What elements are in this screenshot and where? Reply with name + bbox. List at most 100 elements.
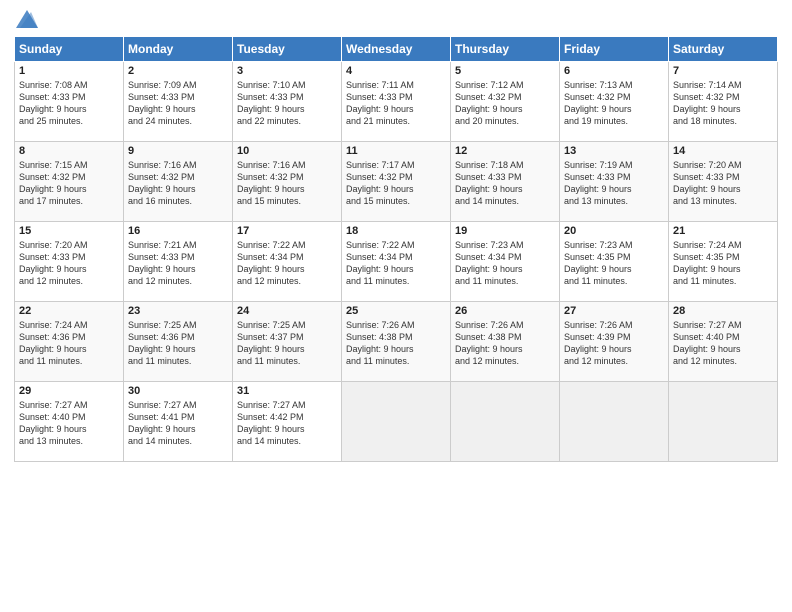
cell-content: Sunrise: 7:20 AMSunset: 4:33 PMDaylight:… (19, 239, 119, 288)
cell-content: Sunrise: 7:27 AMSunset: 4:40 PMDaylight:… (19, 399, 119, 448)
week-row-3: 15 Sunrise: 7:20 AMSunset: 4:33 PMDayligh… (15, 222, 778, 302)
cell-content: Sunrise: 7:22 AMSunset: 4:34 PMDaylight:… (346, 239, 446, 288)
cell-content: Sunrise: 7:08 AMSunset: 4:33 PMDaylight:… (19, 79, 119, 128)
day-number: 9 (128, 145, 228, 157)
calendar-cell (560, 382, 669, 462)
day-number: 1 (19, 65, 119, 77)
page-container: SundayMondayTuesdayWednesdayThursdayFrid… (0, 0, 792, 470)
day-number: 20 (564, 225, 664, 237)
calendar-cell: 4 Sunrise: 7:11 AMSunset: 4:33 PMDaylight… (342, 62, 451, 142)
col-header-saturday: Saturday (669, 37, 778, 62)
cell-content: Sunrise: 7:19 AMSunset: 4:33 PMDaylight:… (564, 159, 664, 208)
calendar-cell (451, 382, 560, 462)
cell-content: Sunrise: 7:13 AMSunset: 4:32 PMDaylight:… (564, 79, 664, 128)
col-header-sunday: Sunday (15, 37, 124, 62)
day-number: 18 (346, 225, 446, 237)
cell-content: Sunrise: 7:12 AMSunset: 4:32 PMDaylight:… (455, 79, 555, 128)
cell-content: Sunrise: 7:17 AMSunset: 4:32 PMDaylight:… (346, 159, 446, 208)
day-number: 23 (128, 305, 228, 317)
day-number: 30 (128, 385, 228, 397)
calendar-cell (669, 382, 778, 462)
calendar-cell: 3Sunrise: 7:10 AMSunset: 4:33 PMDaylight… (233, 62, 342, 142)
col-header-wednesday: Wednesday (342, 37, 451, 62)
calendar-cell: 8 Sunrise: 7:15 AMSunset: 4:32 PMDaylight… (15, 142, 124, 222)
day-number: 10 (237, 145, 337, 157)
day-number: 2 (128, 65, 228, 77)
day-number: 13 (564, 145, 664, 157)
cell-content: Sunrise: 7:20 AMSunset: 4:33 PMDaylight:… (673, 159, 773, 208)
day-number: 15 (19, 225, 119, 237)
cell-content: Sunrise: 7:26 AMSunset: 4:39 PMDaylight:… (564, 319, 664, 368)
calendar-cell: 20 Sunrise: 7:23 AMSunset: 4:35 PMDayligh… (560, 222, 669, 302)
calendar-cell: 10 Sunrise: 7:16 AMSunset: 4:32 PMDayligh… (233, 142, 342, 222)
logo (14, 10, 38, 28)
calendar-cell: 5 Sunrise: 7:12 AMSunset: 4:32 PMDaylight… (451, 62, 560, 142)
calendar-cell: 31 Sunrise: 7:27 AMSunset: 4:42 PMDayligh… (233, 382, 342, 462)
calendar-cell: 30Sunrise: 7:27 AMSunset: 4:41 PMDayligh… (124, 382, 233, 462)
day-number: 31 (237, 385, 337, 397)
cell-content: Sunrise: 7:15 AMSunset: 4:32 PMDaylight:… (19, 159, 119, 208)
day-number: 3 (237, 65, 337, 77)
calendar-cell: 16Sunrise: 7:21 AMSunset: 4:33 PMDayligh… (124, 222, 233, 302)
calendar-cell: 21Sunrise: 7:24 AMSunset: 4:35 PMDayligh… (669, 222, 778, 302)
cell-content: Sunrise: 7:21 AMSunset: 4:33 PMDaylight:… (128, 239, 228, 288)
cell-content: Sunrise: 7:24 AMSunset: 4:35 PMDaylight:… (673, 239, 773, 288)
calendar-cell: 22Sunrise: 7:24 AMSunset: 4:36 PMDayligh… (15, 302, 124, 382)
cell-content: Sunrise: 7:16 AMSunset: 4:32 PMDaylight:… (237, 159, 337, 208)
calendar-cell: 29 Sunrise: 7:27 AMSunset: 4:40 PMDayligh… (15, 382, 124, 462)
calendar-body: 1 Sunrise: 7:08 AMSunset: 4:33 PMDaylight… (15, 62, 778, 462)
cell-content: Sunrise: 7:27 AMSunset: 4:42 PMDaylight:… (237, 399, 337, 448)
logo-icon (16, 10, 38, 28)
day-number: 4 (346, 65, 446, 77)
cell-content: Sunrise: 7:18 AMSunset: 4:33 PMDaylight:… (455, 159, 555, 208)
day-number: 26 (455, 305, 555, 317)
cell-content: Sunrise: 7:26 AMSunset: 4:38 PMDaylight:… (455, 319, 555, 368)
calendar-cell: 9 Sunrise: 7:16 AMSunset: 4:32 PMDaylight… (124, 142, 233, 222)
calendar-cell: 7 Sunrise: 7:14 AMSunset: 4:32 PMDaylight… (669, 62, 778, 142)
calendar-cell: 2 Sunrise: 7:09 AMSunset: 4:33 PMDaylight… (124, 62, 233, 142)
day-number: 7 (673, 65, 773, 77)
calendar-cell: 14Sunrise: 7:20 AMSunset: 4:33 PMDayligh… (669, 142, 778, 222)
calendar-cell: 13 Sunrise: 7:19 AMSunset: 4:33 PMDayligh… (560, 142, 669, 222)
day-number: 6 (564, 65, 664, 77)
day-number: 29 (19, 385, 119, 397)
calendar-cell: 23Sunrise: 7:25 AMSunset: 4:36 PMDayligh… (124, 302, 233, 382)
calendar-cell: 24 Sunrise: 7:25 AMSunset: 4:37 PMDayligh… (233, 302, 342, 382)
day-number: 28 (673, 305, 773, 317)
day-number: 11 (346, 145, 446, 157)
col-header-monday: Monday (124, 37, 233, 62)
day-number: 25 (346, 305, 446, 317)
day-number: 8 (19, 145, 119, 157)
calendar-header-row: SundayMondayTuesdayWednesdayThursdayFrid… (15, 37, 778, 62)
col-header-tuesday: Tuesday (233, 37, 342, 62)
calendar-cell: 17 Sunrise: 7:22 AMSunset: 4:34 PMDayligh… (233, 222, 342, 302)
cell-content: Sunrise: 7:22 AMSunset: 4:34 PMDaylight:… (237, 239, 337, 288)
col-header-thursday: Thursday (451, 37, 560, 62)
calendar-cell: 18 Sunrise: 7:22 AMSunset: 4:34 PMDayligh… (342, 222, 451, 302)
cell-content: Sunrise: 7:14 AMSunset: 4:32 PMDaylight:… (673, 79, 773, 128)
cell-content: Sunrise: 7:16 AMSunset: 4:32 PMDaylight:… (128, 159, 228, 208)
day-number: 24 (237, 305, 337, 317)
day-number: 5 (455, 65, 555, 77)
week-row-4: 22Sunrise: 7:24 AMSunset: 4:36 PMDayligh… (15, 302, 778, 382)
day-number: 17 (237, 225, 337, 237)
calendar-cell: 28 Sunrise: 7:27 AMSunset: 4:40 PMDayligh… (669, 302, 778, 382)
week-row-2: 8 Sunrise: 7:15 AMSunset: 4:32 PMDaylight… (15, 142, 778, 222)
week-row-1: 1 Sunrise: 7:08 AMSunset: 4:33 PMDaylight… (15, 62, 778, 142)
calendar-cell: 15 Sunrise: 7:20 AMSunset: 4:33 PMDayligh… (15, 222, 124, 302)
calendar-cell: 11 Sunrise: 7:17 AMSunset: 4:32 PMDayligh… (342, 142, 451, 222)
cell-content: Sunrise: 7:23 AMSunset: 4:35 PMDaylight:… (564, 239, 664, 288)
cell-content: Sunrise: 7:09 AMSunset: 4:33 PMDaylight:… (128, 79, 228, 128)
day-number: 27 (564, 305, 664, 317)
calendar-cell: 19Sunrise: 7:23 AMSunset: 4:34 PMDayligh… (451, 222, 560, 302)
col-header-friday: Friday (560, 37, 669, 62)
calendar-cell: 25Sunrise: 7:26 AMSunset: 4:38 PMDayligh… (342, 302, 451, 382)
cell-content: Sunrise: 7:27 AMSunset: 4:40 PMDaylight:… (673, 319, 773, 368)
cell-content: Sunrise: 7:25 AMSunset: 4:37 PMDaylight:… (237, 319, 337, 368)
calendar-cell: 6 Sunrise: 7:13 AMSunset: 4:32 PMDaylight… (560, 62, 669, 142)
day-number: 19 (455, 225, 555, 237)
calendar-cell: 1 Sunrise: 7:08 AMSunset: 4:33 PMDaylight… (15, 62, 124, 142)
calendar-cell: 27 Sunrise: 7:26 AMSunset: 4:39 PMDayligh… (560, 302, 669, 382)
cell-content: Sunrise: 7:11 AMSunset: 4:33 PMDaylight:… (346, 79, 446, 128)
calendar-cell: 12Sunrise: 7:18 AMSunset: 4:33 PMDayligh… (451, 142, 560, 222)
